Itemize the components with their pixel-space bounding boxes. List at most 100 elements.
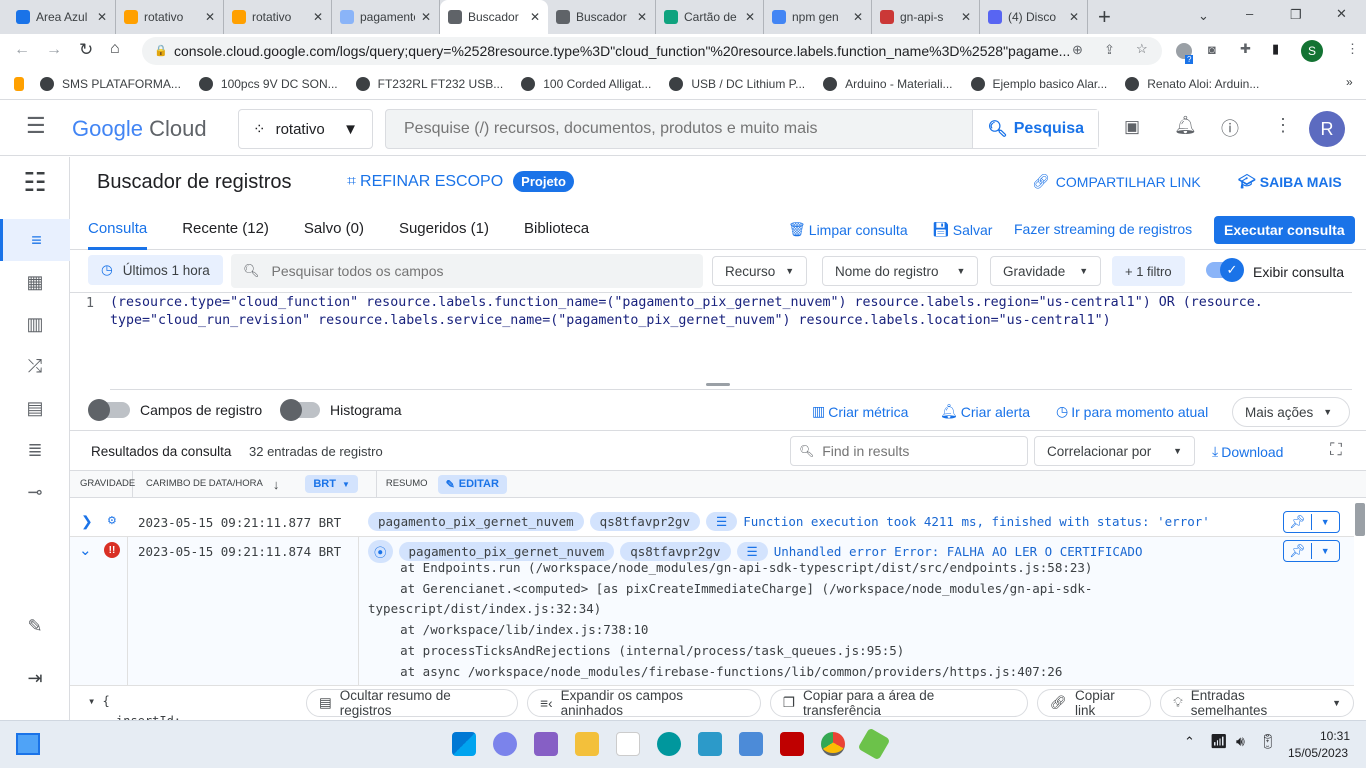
user-avatar[interactable]: R: [1309, 111, 1345, 147]
function-name-chip[interactable]: pagamento_pix_gernet_nuvem: [368, 512, 584, 531]
show-query-toggle[interactable]: ✓: [1206, 258, 1244, 282]
nodejs-icon[interactable]: [857, 727, 891, 761]
resource-filter[interactable]: Recurso ▼: [712, 256, 808, 286]
volume-icon[interactable]: 🔊︎: [1236, 733, 1245, 750]
histogram-toggle[interactable]: Histograma: [280, 399, 402, 421]
close-tab-icon[interactable]: ✕: [530, 10, 540, 24]
tab-biblioteca[interactable]: Biblioteca: [524, 210, 589, 250]
main-menu-icon[interactable]: ☰: [26, 113, 46, 139]
tab-salvo[interactable]: Salvo (0): [304, 210, 364, 250]
new-tab-button[interactable]: +: [1098, 4, 1111, 30]
logs-explorer-icon[interactable]: ≡: [0, 219, 70, 261]
close-tab-icon[interactable]: ✕: [313, 10, 323, 24]
notifications-icon[interactable]: 🔔︎: [1174, 115, 1197, 136]
restore-button[interactable]: ❐: [1290, 7, 1302, 23]
widgets-icon[interactable]: [16, 733, 40, 755]
browser-tab[interactable]: (4) Disco ✕: [980, 0, 1088, 34]
close-tab-icon[interactable]: ✕: [745, 10, 755, 24]
bookmark-item[interactable]: Ejemplo basico Alar...: [970, 76, 1107, 91]
app-icon[interactable]: [616, 732, 640, 756]
chrome-icon[interactable]: [821, 732, 845, 756]
project-picker[interactable]: ⁘ rotativo ▼: [238, 109, 373, 149]
search-button[interactable]: 🔍︎ Pesquisa: [972, 110, 1098, 148]
save-button[interactable]: 💾︎ Salvar: [932, 221, 992, 238]
router-icon[interactable]: ⤮: [0, 345, 70, 387]
zoom-icon[interactable]: ⊕: [1072, 42, 1083, 58]
timezone-dropdown[interactable]: BRT ▼: [305, 475, 358, 493]
header-timestamp[interactable]: CARIMBO DE DATA/HORA: [133, 471, 263, 497]
trace-icon[interactable]: ☰: [705, 512, 738, 531]
table-row[interactable]: ❯ ⚙ 2023-05-15 09:21:11.877 BRT pagament…: [70, 508, 1354, 537]
edit-summary-button[interactable]: ✎ EDITAR: [437, 474, 507, 494]
search-all-fields-input[interactable]: [271, 263, 703, 279]
close-tab-icon[interactable]: ✕: [97, 10, 107, 24]
log-analytics-icon[interactable]: ≣: [0, 429, 70, 471]
dashboard-icon[interactable]: ▦: [0, 261, 70, 303]
browser-tab[interactable]: Buscador ✕: [548, 0, 656, 34]
teams-icon[interactable]: [493, 732, 517, 756]
table-row-expanded[interactable]: ⌄ !! 2023-05-15 09:21:11.874 BRT ⦿ pagam…: [70, 537, 1354, 686]
browser-tab[interactable]: Cartão de ✕: [656, 0, 764, 34]
file-explorer-icon[interactable]: [575, 732, 599, 756]
severity-filter[interactable]: Gravidade ▼: [990, 256, 1102, 286]
tab-recente[interactable]: Recente (12): [182, 210, 269, 250]
forward-icon[interactable]: →: [46, 41, 62, 59]
dropdown-arrow-icon[interactable]: ▼: [1312, 517, 1339, 527]
log-action-button[interactable]: 🔗︎ Copiar link: [1036, 688, 1152, 718]
camera-icon[interactable]: ◙: [1208, 42, 1216, 57]
battery-icon[interactable]: 🔋︎: [1259, 733, 1277, 750]
tab-sugeridos[interactable]: Sugeridos (1): [399, 210, 489, 250]
pin-icon[interactable]: 📌︎: [1284, 514, 1312, 530]
log-name-filter[interactable]: Nome do registro ▼: [822, 256, 979, 286]
side-panel-icon[interactable]: ▮: [1272, 41, 1279, 57]
dropdown-arrow-icon[interactable]: ▼: [1312, 546, 1339, 556]
visual-studio-icon[interactable]: [534, 732, 558, 756]
bookmark-item[interactable]: USB / DC Lithium P...: [669, 76, 805, 91]
metrics-icon[interactable]: ▥: [0, 303, 70, 345]
bookmark-star-icon[interactable]: ☆: [1136, 41, 1148, 57]
reload-icon[interactable]: ↻: [79, 40, 93, 60]
browser-tab[interactable]: rotativo ✕: [224, 0, 332, 34]
close-tab-icon[interactable]: ✕: [961, 10, 971, 24]
log-action-button[interactable]: 💡︎ Entradas semelhantes ▼: [1160, 688, 1354, 718]
expand-rail-icon[interactable]: ⇥: [0, 657, 70, 699]
sink-icon[interactable]: ⊸: [0, 471, 70, 513]
correlate-by-dropdown[interactable]: Correlacionar por ▼: [1034, 436, 1195, 466]
query-editor[interactable]: 1 (resource.type="cloud_function" resour…: [70, 292, 1352, 390]
more-filters-button[interactable]: + 1 filtro: [1112, 256, 1185, 286]
download-button[interactable]: ⤓ Download: [1212, 443, 1283, 460]
close-window-button[interactable]: ✕: [1336, 6, 1347, 22]
storage-icon[interactable]: ▤: [0, 387, 70, 429]
expand-chevron-icon[interactable]: ❯: [81, 513, 93, 530]
find-in-results-input[interactable]: [822, 443, 1027, 459]
profile-avatar[interactable]: S: [1301, 40, 1323, 62]
more-actions-button[interactable]: Mais ações ▼: [1232, 397, 1350, 427]
log-action-button[interactable]: ▤ Ocultar resumo de registros: [306, 688, 519, 718]
create-alert-button[interactable]: 🔔︎ Criar alerta: [940, 403, 1030, 420]
query-text[interactable]: (resource.type="cloud_function" resource…: [110, 294, 1350, 330]
url-field[interactable]: 🔒 console.cloud.google.com/logs/query;que…: [142, 37, 1162, 65]
filezilla-icon[interactable]: [780, 732, 804, 756]
bookmark-item[interactable]: SMS PLATAFORMA...: [40, 76, 181, 91]
pin-icon[interactable]: 📌︎: [1284, 543, 1312, 559]
tray-overflow-icon[interactable]: ⌃: [1184, 734, 1195, 750]
google-cloud-logo[interactable]: Google Cloud: [72, 116, 207, 142]
arduino-icon[interactable]: [657, 732, 681, 756]
pin-menu[interactable]: 📌︎ ▼: [1283, 511, 1340, 533]
tab-consulta[interactable]: Consulta: [88, 210, 148, 250]
json-toggle[interactable]: ▾ {: [88, 694, 110, 708]
time-range-button[interactable]: ◷ Últimos 1 hora: [88, 255, 223, 285]
remote-desktop-icon[interactable]: [739, 732, 763, 756]
tab-search-icon[interactable]: ⌄: [1198, 8, 1209, 24]
log-fields-toggle[interactable]: Campos de registro: [88, 399, 262, 421]
share-link-button[interactable]: 🔗︎ COMPARTILHAR LINK: [1032, 173, 1201, 190]
bookmark-item[interactable]: 100pcs 9V DC SON...: [198, 76, 338, 91]
jump-to-now-button[interactable]: ◷ Ir para momento atual: [1056, 403, 1208, 420]
run-query-button[interactable]: Executar consulta: [1214, 216, 1355, 244]
create-metric-button[interactable]: ▥ Criar métrica: [812, 403, 908, 420]
notepad-icon[interactable]: [698, 732, 722, 756]
start-icon[interactable]: [452, 732, 476, 756]
clock-date[interactable]: 15/05/2023: [1288, 746, 1348, 760]
close-tab-icon[interactable]: ✕: [421, 10, 431, 24]
firebase-bookmark-icon[interactable]: [14, 76, 24, 91]
